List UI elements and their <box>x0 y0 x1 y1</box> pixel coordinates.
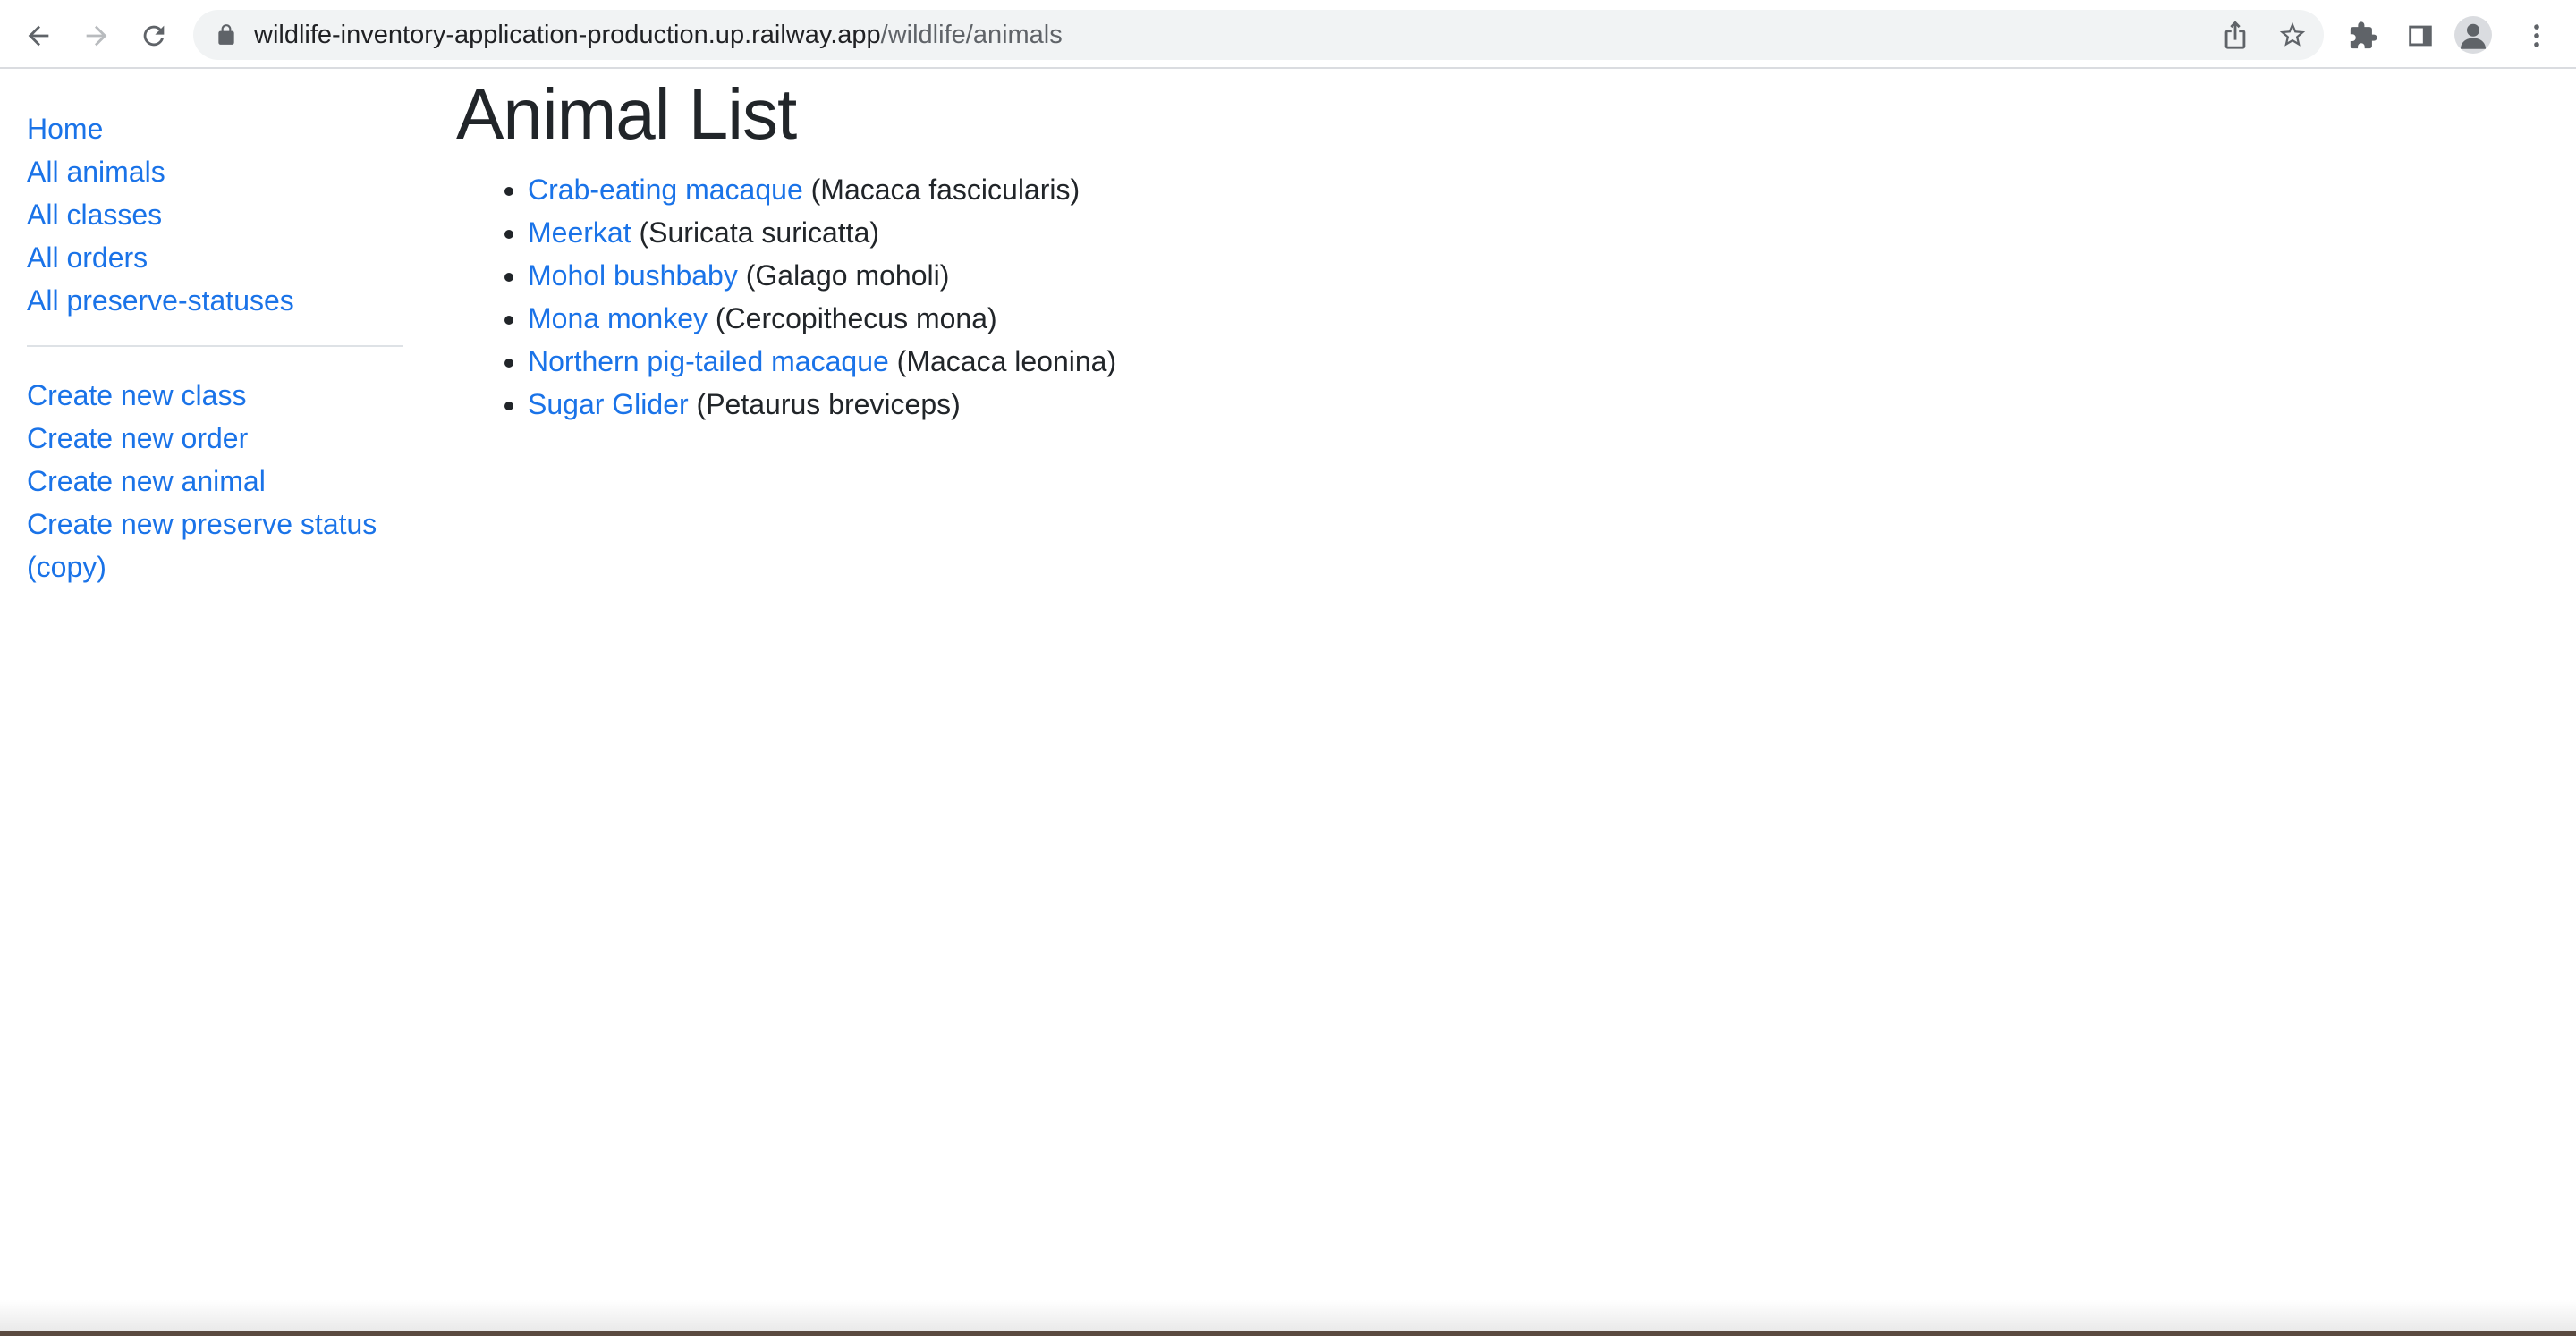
animal-list-item: Meerkat (Suricata suricatta) <box>528 211 1116 254</box>
browser-toolbar: wildlife-inventory-application-productio… <box>0 0 2576 69</box>
window-bottom-edge <box>0 1331 2576 1336</box>
sidebar-link-create-order[interactable]: Create new order <box>27 417 402 460</box>
address-bar[interactable]: wildlife-inventory-application-productio… <box>193 10 2324 60</box>
sidebar-create-links: Create new class Create new order Create… <box>27 374 402 588</box>
reload-icon[interactable] <box>131 13 177 59</box>
animal-list-item: Sugar Glider (Petaurus breviceps) <box>528 383 1116 426</box>
animal-scientific-name: (Macaca fascicularis) <box>810 173 1080 206</box>
sidebar-divider <box>27 345 402 347</box>
animal-scientific-name: (Petaurus breviceps) <box>696 388 961 420</box>
animal-link[interactable]: Mona monkey <box>528 302 708 334</box>
animal-link[interactable]: Sugar Glider <box>528 388 689 420</box>
share-icon[interactable] <box>2220 20 2250 50</box>
animal-list-item: Mohol bushbaby (Galago moholi) <box>528 254 1116 297</box>
sidebar-link-home[interactable]: Home <box>27 107 402 150</box>
animal-list: Crab-eating macaque (Macaca fascicularis… <box>456 168 1116 426</box>
animal-link[interactable]: Crab-eating macaque <box>528 173 803 206</box>
side-panel-icon[interactable] <box>2397 13 2444 59</box>
back-arrow-icon[interactable] <box>15 13 62 59</box>
star-icon[interactable] <box>2277 20 2308 50</box>
sidebar: Home All animals All classes All orders … <box>27 107 402 588</box>
url-host: wildlife-inventory-application-productio… <box>254 21 881 49</box>
profile-icon[interactable] <box>2454 16 2492 54</box>
animal-scientific-name: (Suricata suricatta) <box>639 216 880 249</box>
sidebar-link-all-classes[interactable]: All classes <box>27 193 402 236</box>
animal-link[interactable]: Mohol bushbaby <box>528 259 738 292</box>
url-text[interactable]: wildlife-inventory-application-productio… <box>254 10 1063 60</box>
animal-list-item: Crab-eating macaque (Macaca fascicularis… <box>528 168 1116 211</box>
animal-scientific-name: (Cercopithecus mona) <box>715 302 997 334</box>
animal-scientific-name: (Galago moholi) <box>745 259 950 292</box>
sidebar-link-all-preserve-statuses[interactable]: All preserve-statuses <box>27 279 402 322</box>
animal-scientific-name: (Macaca leonina) <box>896 345 1117 377</box>
animal-link[interactable]: Northern pig-tailed macaque <box>528 345 889 377</box>
sidebar-link-create-class[interactable]: Create new class <box>27 374 402 417</box>
sidebar-link-create-animal[interactable]: Create new animal <box>27 460 402 503</box>
sidebar-link-all-animals[interactable]: All animals <box>27 150 402 193</box>
extensions-icon[interactable] <box>2340 13 2386 59</box>
animal-link[interactable]: Meerkat <box>528 216 631 249</box>
sidebar-link-all-orders[interactable]: All orders <box>27 236 402 279</box>
forward-arrow-icon[interactable] <box>73 13 120 59</box>
sidebar-link-create-preserve-status-copy[interactable]: (copy) <box>27 545 402 588</box>
sidebar-nav-links: Home All animals All classes All orders … <box>27 107 402 322</box>
page-title: Animal List <box>456 74 797 154</box>
url-path: /wildlife/animals <box>880 21 1063 49</box>
animal-list-item: Northern pig-tailed macaque (Macaca leon… <box>528 340 1116 383</box>
lock-icon[interactable] <box>215 23 238 47</box>
main-content: Animal List Crab-eating macaque (Macaca … <box>456 68 1116 426</box>
animal-list-item: Mona monkey (Cercopithecus mona) <box>528 297 1116 340</box>
menu-kebab-icon[interactable] <box>2513 13 2560 59</box>
sidebar-link-create-preserve-status[interactable]: Create new preserve status <box>27 503 402 545</box>
